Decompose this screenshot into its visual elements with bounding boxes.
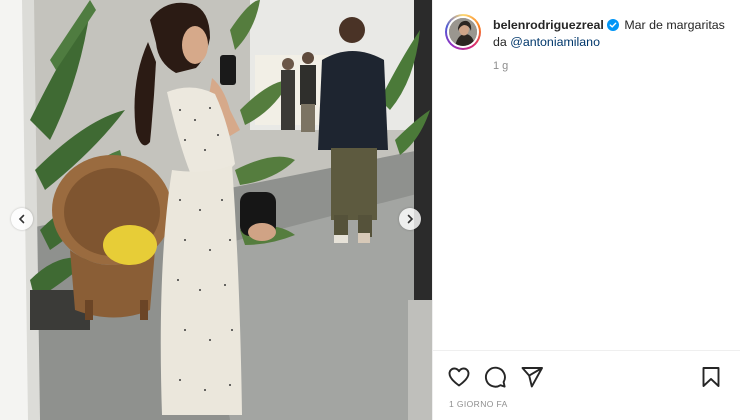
previous-media-button[interactable] xyxy=(11,208,33,230)
username-link[interactable]: belenrodriguezreal xyxy=(493,18,604,32)
avatar-photo xyxy=(449,18,477,46)
chevron-right-icon xyxy=(407,214,414,224)
paper-plane-icon[interactable] xyxy=(520,365,544,389)
post-side-panel: belenrodriguezreal Mar de margaritas da … xyxy=(432,0,740,420)
chevron-left-icon xyxy=(18,214,25,224)
next-media-button[interactable] xyxy=(399,208,421,230)
post-photo xyxy=(0,0,432,420)
action-bar xyxy=(433,350,740,400)
comment-timestamp[interactable]: 1 g xyxy=(493,60,733,72)
post-date[interactable]: 1 GIORNO FA xyxy=(449,399,508,409)
avatar-story-ring[interactable] xyxy=(445,14,481,50)
heart-icon[interactable] xyxy=(447,365,471,389)
mention-link[interactable]: @antoniamilano xyxy=(510,35,600,49)
post-media[interactable] xyxy=(0,0,432,420)
caption-text-block: belenrodriguezreal Mar de margaritas da … xyxy=(493,17,733,51)
avatar xyxy=(449,18,477,46)
bookmark-icon[interactable] xyxy=(699,365,723,389)
caption-comment: belenrodriguezreal Mar de margaritas da … xyxy=(445,14,735,72)
comment-bubble-icon[interactable] xyxy=(483,365,507,389)
verified-badge-icon xyxy=(606,19,619,31)
